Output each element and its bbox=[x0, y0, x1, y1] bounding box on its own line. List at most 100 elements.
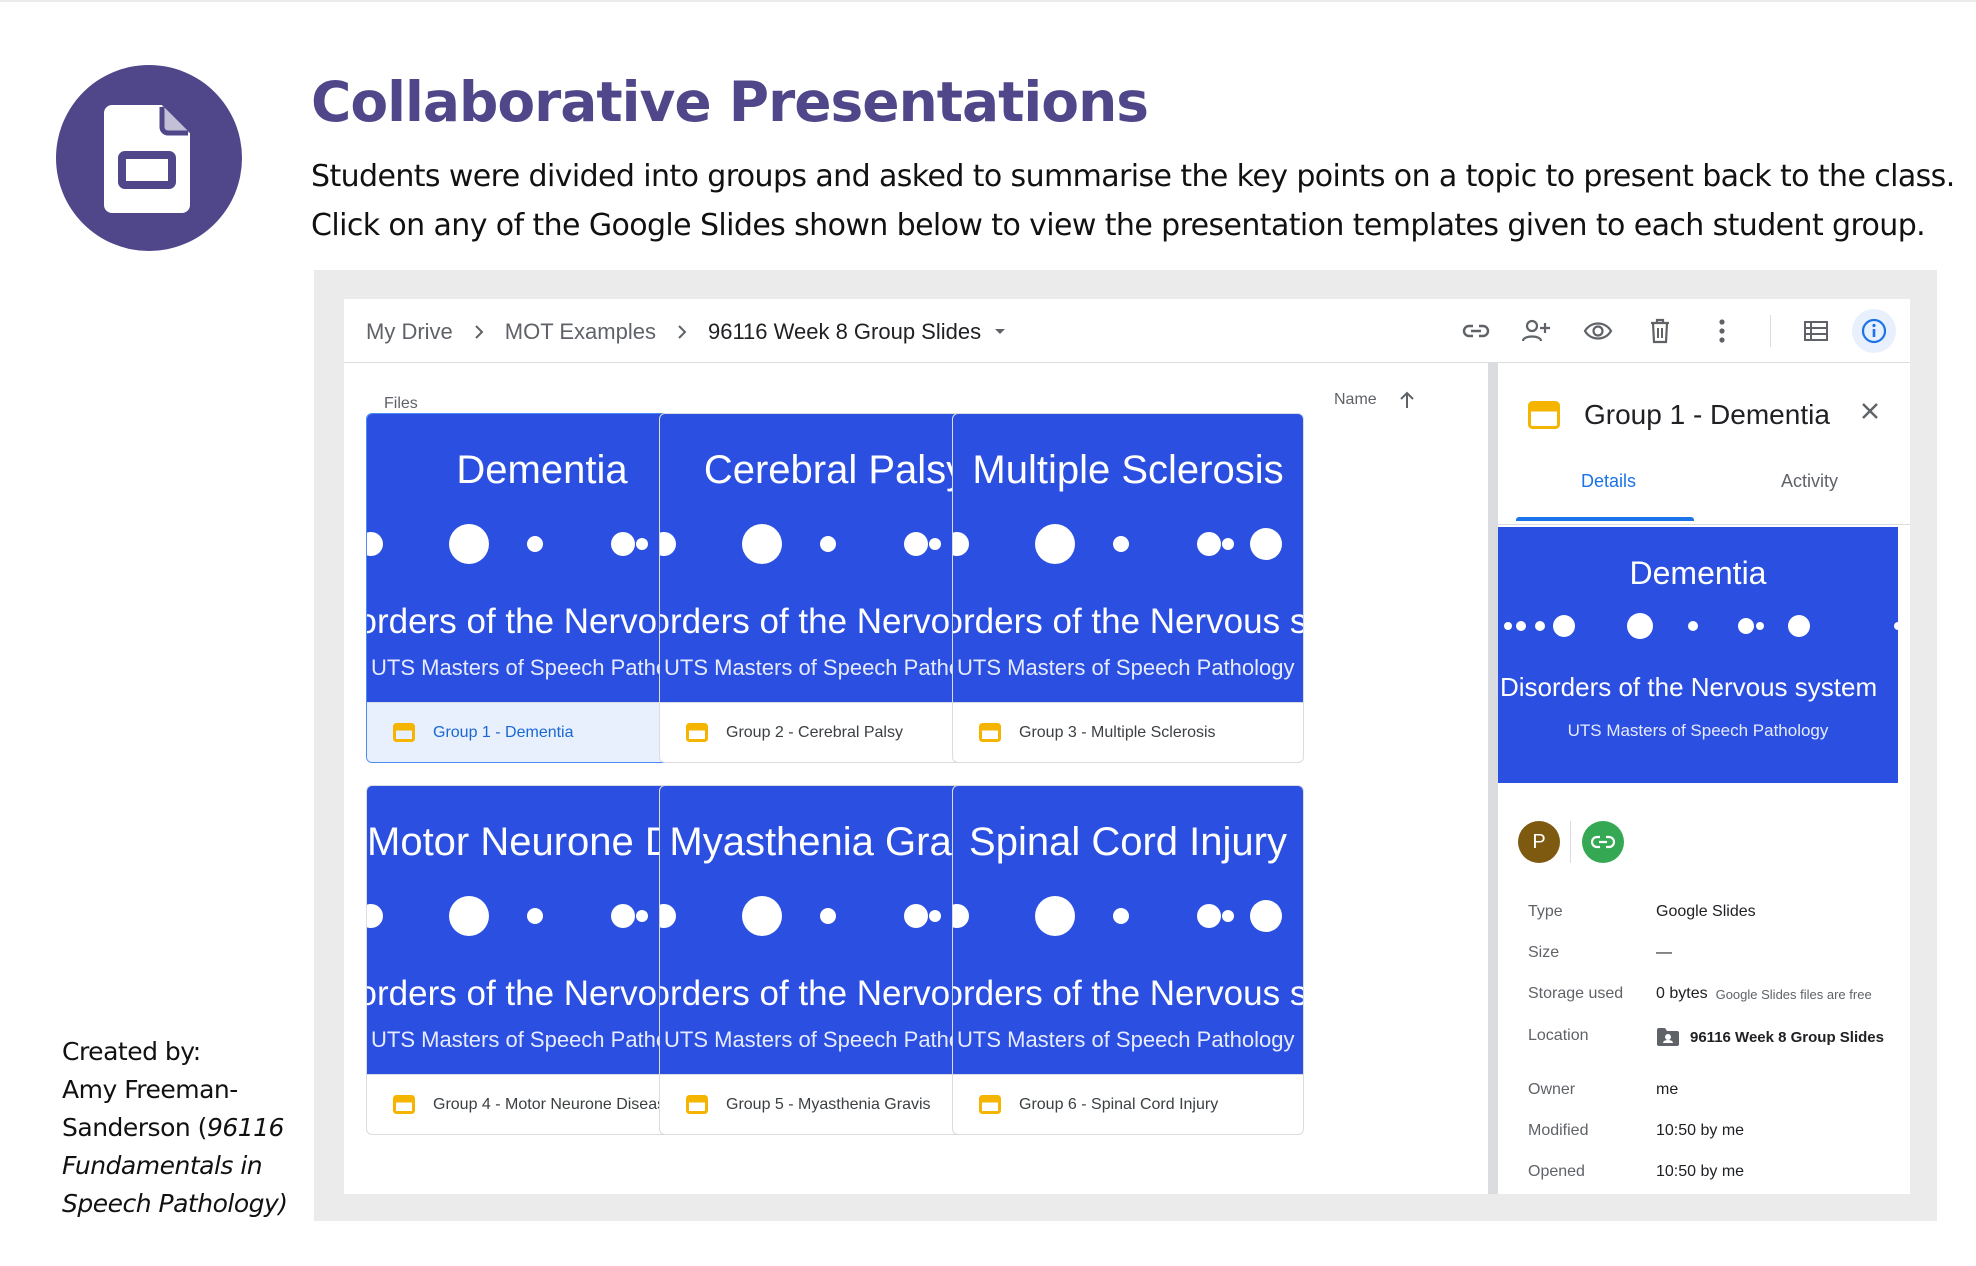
detail-key: Type bbox=[1528, 903, 1563, 920]
add-person-icon[interactable] bbox=[1514, 309, 1558, 353]
file-name-text: Group 3 - Multiple Sclerosis bbox=[1019, 723, 1216, 741]
close-icon[interactable] bbox=[1860, 401, 1880, 426]
details-header: Group 1 - Dementia bbox=[1528, 399, 1830, 431]
decorative-dots bbox=[1504, 613, 1898, 639]
file-name-text: Group 2 - Cerebral Palsy bbox=[726, 723, 903, 741]
storage-note: Google Slides files are free bbox=[1715, 986, 1872, 1002]
credits: Created by: Amy Freeman- Sanderson (9611… bbox=[62, 1033, 312, 1223]
detail-value: 10:50 by me bbox=[1656, 1163, 1745, 1180]
preview-subtitle: Disorders of the Nervous system bbox=[1500, 672, 1878, 702]
thumbnail-university: UTS Masters of Speech Pathology bbox=[957, 655, 1295, 680]
list-view-icon[interactable] bbox=[1794, 309, 1838, 353]
credits-line-2: Amy Freeman- bbox=[62, 1075, 238, 1104]
detail-value: me bbox=[1656, 1081, 1679, 1098]
active-tab-indicator bbox=[1516, 517, 1694, 521]
file-name-text: Group 1 - Dementia bbox=[433, 723, 574, 741]
credits-line-5: Speech Pathology) bbox=[62, 1189, 288, 1218]
detail-key: Opened bbox=[1528, 1163, 1585, 1180]
sort-by-name-button[interactable]: Name bbox=[1334, 391, 1415, 409]
file-name[interactable]: Group 6 - Spinal Cord Injury bbox=[953, 1074, 1303, 1134]
more-vert-icon[interactable] bbox=[1700, 309, 1744, 353]
file-preview[interactable]: Dementia Disorders of the Nervous system… bbox=[1498, 527, 1898, 783]
credits-line-1: Created by: bbox=[62, 1037, 201, 1066]
breadcrumb-my-drive[interactable]: My Drive bbox=[366, 319, 453, 345]
toolbar-divider bbox=[1770, 315, 1771, 347]
detail-value: — bbox=[1656, 944, 1672, 961]
preview-university: UTS Masters of Speech Pathology bbox=[1567, 721, 1829, 740]
details-title: Group 1 - Dementia bbox=[1584, 399, 1830, 430]
detail-key: Size bbox=[1528, 944, 1560, 961]
location-value: 96116 Week 8 Group Slides bbox=[1690, 1028, 1884, 1046]
panel-scrollbar[interactable] bbox=[1488, 363, 1498, 1194]
credits-line-4: Fundamentals in bbox=[62, 1151, 263, 1180]
avatar-divider bbox=[1570, 821, 1571, 863]
decorative-dots bbox=[953, 524, 1282, 564]
storage-value: 0 bytes bbox=[1656, 985, 1708, 1002]
slides-file-icon bbox=[686, 1095, 708, 1114]
file-name-text: Group 5 - Myasthenia Gravis bbox=[726, 1095, 931, 1113]
intro-line-1: Students were divided into groups and as… bbox=[311, 159, 1955, 194]
drive-toolbar: My Drive MOT Examples 96116 Week 8 Group… bbox=[344, 299, 1910, 363]
dropdown-caret-icon[interactable] bbox=[993, 327, 1007, 337]
file-card[interactable]: Spinal Cord Injury Disorders of the Nervo… bbox=[952, 785, 1304, 1135]
tab-activity[interactable]: Activity bbox=[1781, 471, 1838, 492]
slides-file-icon bbox=[979, 723, 1001, 742]
page-title: Collaborative Presentations bbox=[311, 70, 1149, 134]
file-name-text: Group 6 - Spinal Cord Injury bbox=[1019, 1095, 1219, 1113]
thumbnail-university: UTS Masters of Speech Pathology bbox=[664, 1027, 1002, 1052]
thumbnail-university: UTS Masters of Speech Pathology bbox=[371, 655, 709, 680]
slides-file-icon bbox=[393, 723, 415, 742]
thumbnail-university: UTS Masters of Speech Pathology bbox=[957, 1027, 1295, 1052]
google-drive-window: My Drive MOT Examples 96116 Week 8 Group… bbox=[344, 299, 1910, 1194]
credits-course-code: 96116 bbox=[206, 1113, 285, 1142]
detail-key: Modified bbox=[1528, 1122, 1589, 1139]
detail-value: Google Slides bbox=[1656, 903, 1756, 920]
preview-title: Dementia bbox=[1629, 555, 1767, 591]
breadcrumb-mot-examples[interactable]: MOT Examples bbox=[505, 319, 656, 345]
detail-value: 0 bytes Google Slides files are free bbox=[1656, 985, 1872, 1003]
chevron-right-icon bbox=[676, 323, 688, 341]
folder-icon bbox=[1657, 1028, 1679, 1046]
slides-file-icon bbox=[393, 1095, 415, 1114]
chevron-right-icon bbox=[473, 323, 485, 341]
detail-value: 10:50 by me bbox=[1656, 1122, 1745, 1139]
breadcrumb-current-folder[interactable]: 96116 Week 8 Group Slides bbox=[708, 319, 981, 345]
detail-key: Storage used bbox=[1528, 985, 1624, 1002]
info-icon[interactable] bbox=[1852, 309, 1896, 353]
arrow-up-icon bbox=[1399, 391, 1414, 408]
location-link[interactable]: 96116 Week 8 Group Slides bbox=[1656, 1027, 1884, 1047]
file-name[interactable]: Group 3 - Multiple Sclerosis bbox=[953, 702, 1303, 762]
intro-text: Students were divided into groups and as… bbox=[311, 152, 1955, 250]
decorative-dots bbox=[953, 896, 1282, 936]
avatar[interactable]: P bbox=[1518, 821, 1560, 863]
thumbnail-university: UTS Masters of Speech Pathology bbox=[371, 1027, 709, 1052]
top-divider bbox=[0, 0, 1976, 2]
credits-author-suffix: Sanderson ( bbox=[62, 1113, 207, 1142]
slides-file-icon bbox=[979, 1095, 1001, 1114]
trash-icon[interactable] bbox=[1638, 309, 1682, 353]
breadcrumb: My Drive MOT Examples 96116 Week 8 Group… bbox=[366, 319, 1007, 345]
slides-file-icon bbox=[686, 723, 708, 742]
thumbnail-subtitle: Disorders of the Nervous system bbox=[953, 974, 1303, 1013]
file-thumbnail[interactable]: Multiple Sclerosis Disorders of the Nervo… bbox=[953, 414, 1303, 702]
file-card[interactable]: Multiple Sclerosis Disorders of the Nervo… bbox=[952, 413, 1304, 763]
details-panel: Group 1 - Dementia Details Activity Deme… bbox=[1498, 363, 1910, 1194]
slides-file-icon bbox=[1528, 401, 1560, 429]
file-name-text: Group 4 - Motor Neurone Disease bbox=[433, 1095, 674, 1113]
google-slides-logo-icon bbox=[56, 65, 242, 251]
link-icon[interactable] bbox=[1454, 309, 1498, 353]
thumbnail-title: Multiple Sclerosis bbox=[972, 448, 1284, 492]
link-sharing-icon[interactable] bbox=[1582, 821, 1624, 863]
file-thumbnail[interactable]: Spinal Cord Injury Disorders of the Nervo… bbox=[953, 786, 1303, 1074]
tab-details[interactable]: Details bbox=[1581, 471, 1636, 492]
detail-key: Owner bbox=[1528, 1081, 1576, 1098]
thumbnail-university: UTS Masters of Speech Pathology bbox=[664, 655, 1002, 680]
detail-key: Location bbox=[1528, 1027, 1589, 1044]
files-heading: Files bbox=[384, 395, 418, 412]
tabs-divider bbox=[1498, 524, 1910, 525]
details-tabs: Details Activity bbox=[1516, 471, 1896, 521]
preview-eye-icon[interactable] bbox=[1576, 309, 1620, 353]
thumbnail-subtitle: Disorders of the Nervous system bbox=[953, 602, 1303, 641]
credits-line-3: Sanderson (96116 bbox=[62, 1109, 312, 1147]
sort-label: Name bbox=[1334, 391, 1377, 408]
